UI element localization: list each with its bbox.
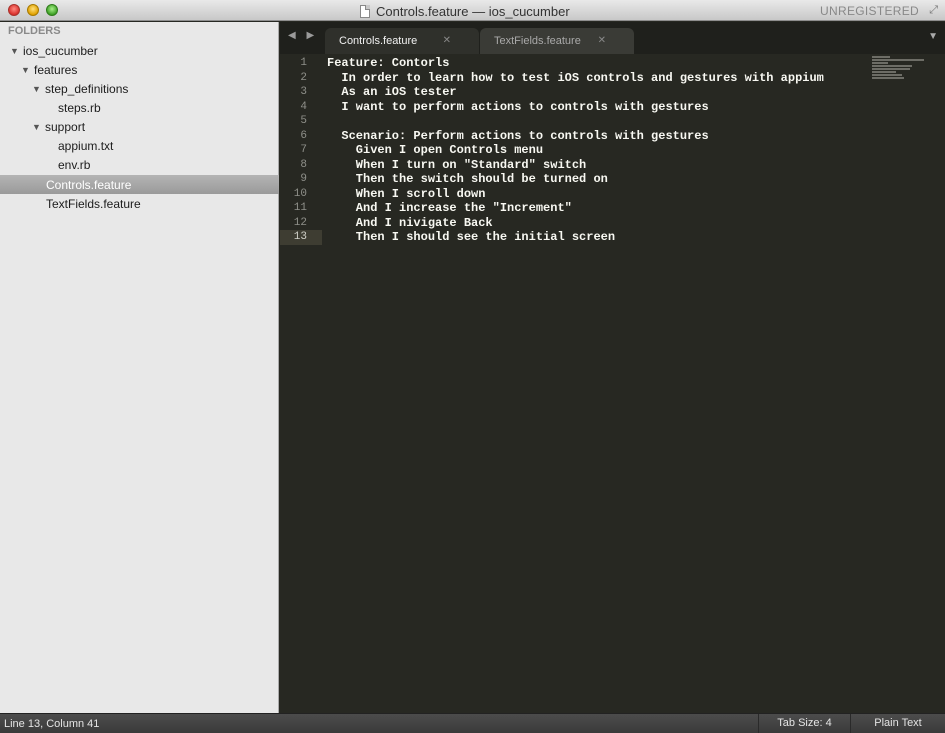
line-number: 8 (300, 158, 307, 171)
tree-file-textfields-feature[interactable]: TextFields.feature (0, 194, 279, 213)
code-line: Then the switch should be turned on (327, 172, 608, 186)
tree-item-label: ios_cucumber (23, 43, 98, 58)
line-number: 9 (300, 173, 307, 185)
minimap[interactable] (872, 56, 932, 86)
close-window-button[interactable] (8, 4, 20, 16)
code-line: Feature: Contorls (327, 56, 450, 70)
tree-item-label: steps.rb (58, 100, 101, 115)
tree-item-label: TextFields.feature (46, 196, 141, 211)
tree-item-label: support (45, 119, 86, 134)
tree-folder-ios-cucumber[interactable]: ▼ ios_cucumber (0, 41, 279, 60)
code-line: When I turn on "Standard" switch (327, 157, 587, 172)
status-bar: Line 13, Column 41 Tab Size: 4 Plain Tex… (0, 713, 945, 733)
minimap-line (872, 71, 896, 73)
line-number: 10 (293, 187, 307, 200)
disclosure-expanded-icon[interactable]: ▼ (21, 65, 34, 75)
window-title: Controls.feature — ios_cucumber (360, 3, 570, 19)
line-number: 1 (300, 57, 307, 69)
tab-textfields-feature[interactable]: TextFields.feature ✕ (480, 28, 634, 54)
cursor-position: Line 13, Column 41 (4, 718, 100, 730)
close-tab-icon[interactable]: ✕ (443, 35, 451, 46)
minimap-line (872, 68, 910, 70)
code-line: When I scroll down (327, 186, 486, 201)
line-number: 4 (300, 100, 307, 113)
minimap-line (872, 77, 904, 79)
tree-item-label: appium.txt (58, 138, 114, 153)
tree-item-label: features (34, 62, 78, 77)
title-bar: Controls.feature — ios_cucumber UNREGIST… (0, 0, 945, 21)
tree-file-appium-txt[interactable]: appium.txt (0, 136, 279, 155)
tree-folder-features[interactable]: ▼ features (0, 60, 279, 79)
code-line: Given I open Controls menu (327, 143, 544, 157)
zoom-window-button[interactable] (46, 4, 58, 16)
tab-label: TextFields.feature (494, 35, 581, 47)
minimap-line (872, 74, 902, 76)
disclosure-expanded-icon[interactable]: ▼ (32, 122, 45, 132)
tab-menu-chevron-down-icon[interactable]: ▼ (928, 31, 938, 42)
sidebar: FOLDERS ▼ ios_cucumber ▼ features ▼ step… (0, 22, 279, 713)
line-number: 3 (300, 86, 307, 98)
tree-item-label: step_definitions (45, 81, 129, 96)
minimap-line (872, 62, 888, 64)
minimap-line (872, 65, 912, 67)
tab-navigation-arrows-icon[interactable]: ◀ ▶ (288, 30, 318, 41)
registration-label: UNREGISTERED (820, 4, 919, 18)
tree-file-steps-rb[interactable]: steps.rb (0, 98, 279, 117)
tab-controls-feature[interactable]: Controls.feature ✕ (325, 28, 479, 54)
minimap-line (872, 59, 924, 61)
code-line: In order to learn how to test iOS contro… (327, 70, 824, 85)
syntax-selector[interactable]: Plain Text (850, 714, 945, 733)
window-title-text: Controls.feature — ios_cucumber (376, 3, 570, 19)
line-number: 6 (300, 129, 307, 142)
tree-folder-support[interactable]: ▼ support (0, 117, 279, 136)
minimize-window-button[interactable] (27, 4, 39, 16)
tree-file-env-rb[interactable]: env.rb (0, 155, 279, 174)
disclosure-expanded-icon[interactable]: ▼ (32, 84, 45, 94)
minimap-line (872, 56, 890, 58)
tree-folder-step-definitions[interactable]: ▼ step_definitions (0, 79, 279, 98)
tree-item-label: env.rb (58, 157, 91, 172)
tree-file-controls-feature[interactable]: Controls.feature (0, 175, 279, 194)
line-number: 11 (293, 202, 307, 214)
fullscreen-icon[interactable]: ⤢ (929, 4, 938, 17)
code-line: I want to perform actions to controls wi… (327, 99, 709, 114)
tab-bar: ◀ ▶ Controls.feature ✕ TextFields.featur… (280, 22, 945, 54)
disclosure-expanded-icon[interactable]: ▼ (10, 46, 23, 56)
line-number: 5 (300, 115, 307, 127)
code-line: And I nivigate Back (327, 215, 493, 230)
folders-header: FOLDERS (8, 25, 61, 37)
tab-label: Controls.feature (339, 35, 418, 47)
code-line: Then I should see the initial screen (327, 230, 616, 244)
close-tab-icon[interactable]: ✕ (598, 35, 606, 46)
tab-size-selector[interactable]: Tab Size: 4 (758, 714, 850, 733)
line-number: 7 (300, 144, 307, 156)
code-line: And I increase the "Increment" (327, 201, 572, 215)
line-number-current: 13 (280, 230, 322, 245)
code-editor[interactable]: 1 2 3 4 5 6 7 8 9 10 11 12 13 Feature: C… (280, 54, 945, 713)
tree-item-label: Controls.feature (46, 177, 132, 192)
line-number: 2 (300, 71, 307, 84)
line-number: 12 (293, 216, 307, 229)
code-line: Scenario: Perform actions to controls wi… (327, 128, 709, 143)
document-icon (360, 4, 370, 18)
code-line: As an iOS tester (327, 85, 457, 99)
